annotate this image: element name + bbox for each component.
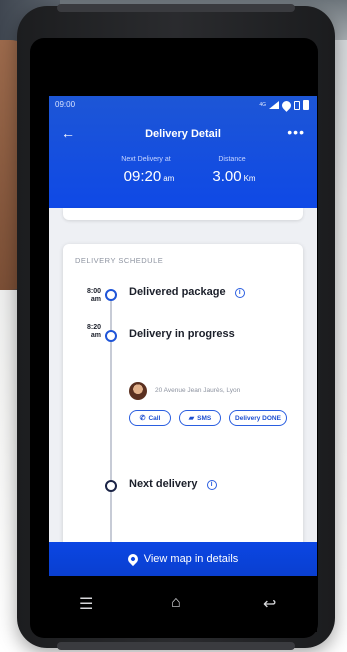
status-icons: 4G <box>259 98 309 112</box>
header: 09:00 4G ← Delivery Detail ••• Next Deli… <box>49 96 317 208</box>
item-time-ampm: am <box>90 332 101 339</box>
home-icon[interactable]: ⌂ <box>171 594 181 612</box>
device-edge-bottom <box>57 642 295 650</box>
distance-unit: Km <box>243 174 256 183</box>
sms-label: SMS <box>197 414 212 422</box>
call-button[interactable]: ✆ Call <box>129 410 171 426</box>
call-label: Call <box>148 414 161 422</box>
distance-label: Distance <box>218 156 246 163</box>
wifi-icon <box>280 98 293 112</box>
item-time: 8:20 am <box>73 324 101 340</box>
avatar <box>129 382 147 400</box>
next-delivery-unit: am <box>163 174 175 183</box>
delivered-title: Delivered package <box>129 286 226 298</box>
schedule-card: DELIVERY SCHEDULE 8:00 am Delivered pack… <box>63 244 303 564</box>
network-label: 4G <box>259 101 266 108</box>
view-map-label: View map in details <box>143 553 239 565</box>
battery-icon <box>303 100 309 110</box>
device-edge-top <box>57 4 295 12</box>
item-time-value: 8:00 <box>86 288 101 295</box>
signal-icon <box>269 101 279 109</box>
map-pin-icon <box>125 551 140 567</box>
app-screen: 09:00 4G ← Delivery Detail ••• Next Deli… <box>49 96 317 576</box>
next-delivery-value: 09:20 am <box>109 168 189 185</box>
address-text: 20 Avenue Jean Jaurès, Lyon <box>155 387 241 394</box>
delivery-done-label: Delivery DONE <box>235 414 281 422</box>
item-time: 8:00 am <box>73 288 101 304</box>
view-map-button[interactable]: View map in details <box>49 542 317 576</box>
delivery-done-button[interactable]: Delivery DONE <box>229 410 287 426</box>
previous-card <box>63 208 303 220</box>
menu-icon[interactable]: ☰ <box>79 594 93 614</box>
timeline-item-title[interactable]: Delivered package i <box>129 286 245 298</box>
next-delivery-label: Next Delivery at <box>121 156 171 163</box>
navigation-bar: ☰ ⌂ ↩ <box>49 576 317 632</box>
status-time: 09:00 <box>55 100 76 109</box>
timeline-node <box>105 480 117 492</box>
sms-button[interactable]: ▰ SMS <box>179 410 221 426</box>
more-dots-icon[interactable]: ••• <box>287 124 305 140</box>
schedule-title: DELIVERY SCHEDULE <box>75 256 164 265</box>
next-delivery-time: 09:20 <box>123 168 162 185</box>
timeline-node <box>105 330 117 342</box>
page-title: Delivery Detail <box>145 128 221 140</box>
info-icon[interactable]: i <box>206 480 217 490</box>
back-nav-icon[interactable]: ↩ <box>263 594 276 614</box>
next-delivery-title: Next delivery <box>129 478 198 490</box>
info-icon[interactable]: i <box>234 288 245 298</box>
bluetooth-icon <box>294 100 300 110</box>
distance-number: 3.00 <box>212 168 242 185</box>
content-area: DELIVERY SCHEDULE 8:00 am Delivered pack… <box>49 208 317 564</box>
distance-value: 3.00 Km <box>194 168 274 185</box>
message-icon: ▰ <box>188 415 195 422</box>
timeline-item-title[interactable]: Next delivery i <box>129 478 217 490</box>
timeline-node <box>105 289 117 301</box>
status-bar: 09:00 4G <box>55 98 309 112</box>
item-time-value: 8:20 <box>86 324 101 331</box>
phone-icon: ✆ <box>139 415 146 422</box>
item-time-ampm: am <box>90 296 101 303</box>
timeline-item-title[interactable]: Delivery in progress <box>129 328 235 340</box>
